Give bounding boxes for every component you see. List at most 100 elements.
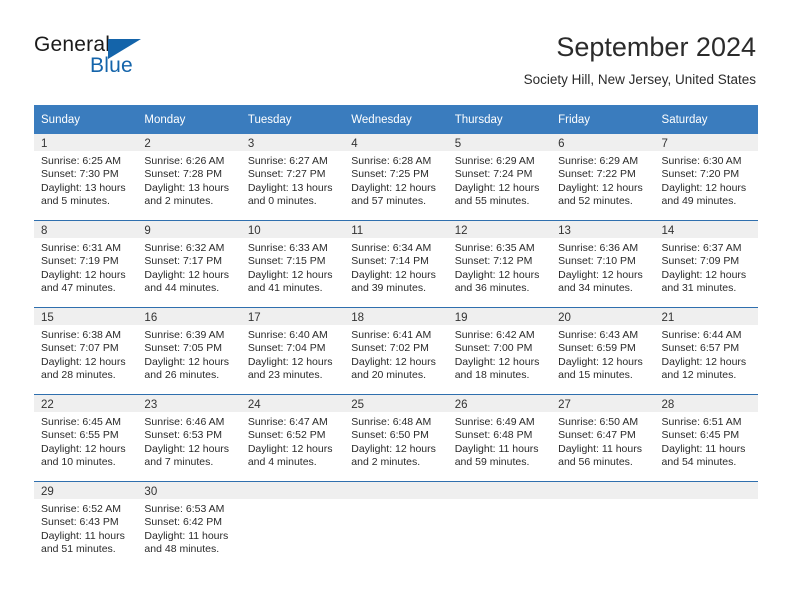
sunset-time: Sunset: 7:19 PM [41, 255, 119, 268]
daylight-duration-line2: and 36 minutes. [454, 282, 530, 295]
calendar-day-cell[interactable]: 21 Sunrise: 6:44 AM Sunset: 6:57 PM Dayligh… [654, 307, 758, 395]
sunset-time: Sunset: 7:17 PM [144, 255, 223, 268]
day-details: Sunrise: 6:30 AM Sunset: 7:20 PM Daylight:… [655, 151, 758, 209]
day-details: Sunrise: 6:33 AM Sunset: 7:15 PM Daylight:… [241, 238, 344, 296]
calendar-day-cell[interactable]: 22 Sunrise: 6:45 AM Sunset: 6:55 PM Dayligh… [34, 394, 138, 482]
calendar-day-cell[interactable]: 1 Sunrise: 6:25 AM Sunset: 7:30 PM Daylight… [34, 134, 138, 221]
calendar-day-cell[interactable]: 28 Sunrise: 6:51 AM Sunset: 6:45 PM Dayligh… [654, 394, 758, 482]
calendar-day-cell[interactable]: 13 Sunrise: 6:36 AM Sunset: 7:10 PM Dayligh… [551, 220, 655, 308]
day-number: 25 [344, 395, 448, 412]
sunrise-time: Sunrise: 6:35 AM [454, 242, 535, 254]
day-number: 12 [447, 221, 552, 238]
sunrise-time: Sunrise: 6:26 AM [144, 155, 225, 167]
calendar-day-cell[interactable]: 4 Sunrise: 6:28 AM Sunset: 7:25 PM Daylight… [344, 134, 448, 221]
calendar-day-cell-empty [344, 481, 448, 568]
calendar-day-cell[interactable]: 30 Sunrise: 6:53 AM Sunset: 6:42 PM Dayligh… [137, 481, 241, 568]
daylight-duration-line1: Daylight: 11 hours [661, 442, 746, 455]
sunset-time: Sunset: 7:05 PM [144, 342, 223, 355]
calendar-day-cell[interactable]: 20 Sunrise: 6:43 AM Sunset: 6:59 PM Dayligh… [551, 307, 655, 395]
calendar-day-cell[interactable]: 6 Sunrise: 6:29 AM Sunset: 7:22 PM Daylight… [551, 134, 655, 221]
sunrise-time: Sunrise: 6:44 AM [661, 329, 742, 341]
weekday-header-monday: Monday [137, 105, 241, 134]
day-cell-inner: 12 Sunrise: 6:35 AM Sunset: 7:12 PM Dayligh… [447, 221, 552, 307]
daylight-duration-line1: Daylight: 12 hours [558, 181, 643, 194]
calendar-day-cell[interactable]: 24 Sunrise: 6:47 AM Sunset: 6:52 PM Dayligh… [240, 394, 345, 482]
calendar-day-cell[interactable]: 2 Sunrise: 6:26 AM Sunset: 7:28 PM Daylight… [137, 134, 241, 221]
daylight-duration-line1: Daylight: 12 hours [144, 268, 230, 281]
calendar-day-cell[interactable]: 11 Sunrise: 6:34 AM Sunset: 7:14 PM Dayligh… [344, 220, 448, 308]
sunset-time: Sunset: 6:42 PM [144, 516, 223, 529]
daylight-duration-line1: Daylight: 12 hours [661, 268, 747, 281]
calendar-day-cell[interactable]: 27 Sunrise: 6:50 AM Sunset: 6:47 PM Dayligh… [551, 394, 655, 482]
day-details [344, 499, 447, 503]
calendar-day-cell[interactable]: 16 Sunrise: 6:39 AM Sunset: 7:05 PM Dayligh… [137, 307, 241, 395]
calendar-day-cell[interactable]: 19 Sunrise: 6:42 AM Sunset: 7:00 PM Dayligh… [447, 307, 552, 395]
day-details: Sunrise: 6:53 AM Sunset: 6:42 PM Daylight:… [137, 499, 240, 557]
sunrise-time: Sunrise: 6:50 AM [558, 416, 639, 428]
daylight-duration-line2: and 31 minutes. [661, 282, 737, 295]
calendar-day-cell[interactable]: 29 Sunrise: 6:52 AM Sunset: 6:43 PM Dayligh… [34, 481, 138, 568]
daylight-duration-line1: Daylight: 12 hours [351, 181, 436, 194]
calendar-day-cell-empty [240, 481, 345, 568]
daylight-duration-line2: and 18 minutes. [454, 369, 530, 382]
day-cell-inner: 16 Sunrise: 6:39 AM Sunset: 7:05 PM Dayligh… [137, 308, 241, 394]
day-number: 6 [551, 134, 655, 151]
sunset-time: Sunset: 7:27 PM [247, 168, 326, 181]
calendar-day-cell-empty [447, 481, 552, 568]
sunset-time: Sunset: 7:12 PM [454, 255, 533, 268]
daylight-duration-line2: and 47 minutes. [41, 282, 116, 295]
day-cell-inner: 25 Sunrise: 6:48 AM Sunset: 6:50 PM Dayligh… [344, 395, 448, 481]
daylight-duration-line1: Daylight: 11 hours [454, 442, 539, 455]
calendar-day-cell[interactable]: 3 Sunrise: 6:27 AM Sunset: 7:27 PM Daylight… [240, 134, 345, 221]
daylight-duration-line2: and 57 minutes. [351, 195, 426, 208]
daylight-duration-line1: Daylight: 12 hours [41, 268, 126, 281]
daylight-duration-line1: Daylight: 12 hours [247, 355, 333, 368]
daylight-duration-line2: and 52 minutes. [558, 195, 633, 208]
daylight-duration-line2: and 56 minutes. [558, 456, 633, 469]
sunset-time: Sunset: 6:47 PM [558, 429, 636, 442]
brand-logo[interactable]: General Blue [34, 33, 214, 81]
day-details: Sunrise: 6:27 AM Sunset: 7:27 PM Daylight:… [241, 151, 344, 209]
page-header: General Blue September 2024 Society Hill… [0, 0, 792, 104]
calendar-day-cell[interactable]: 17 Sunrise: 6:40 AM Sunset: 7:04 PM Dayligh… [240, 307, 345, 395]
calendar-day-cell[interactable]: 15 Sunrise: 6:38 AM Sunset: 7:07 PM Dayligh… [34, 307, 138, 395]
day-details: Sunrise: 6:48 AM Sunset: 6:50 PM Daylight:… [344, 412, 447, 470]
day-cell-inner: 1 Sunrise: 6:25 AM Sunset: 7:30 PM Daylight… [34, 134, 138, 220]
day-details: Sunrise: 6:43 AM Sunset: 6:59 PM Daylight:… [551, 325, 654, 383]
sunset-time: Sunset: 7:09 PM [661, 255, 740, 268]
day-cell-inner: 14 Sunrise: 6:37 AM Sunset: 7:09 PM Dayligh… [654, 221, 758, 307]
sunset-time: Sunset: 7:22 PM [558, 168, 636, 181]
daylight-duration-line2: and 51 minutes. [41, 543, 116, 556]
sunrise-time: Sunrise: 6:46 AM [144, 416, 225, 428]
calendar-day-cell[interactable]: 14 Sunrise: 6:37 AM Sunset: 7:09 PM Dayligh… [654, 220, 758, 308]
sunrise-time: Sunrise: 6:28 AM [351, 155, 432, 167]
day-number: 15 [34, 308, 138, 325]
calendar-day-cell[interactable]: 23 Sunrise: 6:46 AM Sunset: 6:53 PM Dayligh… [137, 394, 241, 482]
calendar-day-cell[interactable]: 10 Sunrise: 6:33 AM Sunset: 7:15 PM Dayligh… [240, 220, 345, 308]
day-number: 4 [344, 134, 448, 151]
calendar-day-cell[interactable]: 9 Sunrise: 6:32 AM Sunset: 7:17 PM Daylight… [137, 220, 241, 308]
calendar-day-cell[interactable]: 8 Sunrise: 6:31 AM Sunset: 7:19 PM Daylight… [34, 220, 138, 308]
daylight-duration-line2: and 20 minutes. [351, 369, 426, 382]
day-details [655, 499, 758, 503]
title-block: September 2024 Society Hill, New Jersey,… [524, 30, 756, 90]
daylight-duration-line2: and 7 minutes. [144, 456, 214, 469]
daylight-duration-line1: Daylight: 12 hours [247, 268, 333, 281]
daylight-duration-line2: and 4 minutes. [247, 456, 317, 469]
calendar-day-cell[interactable]: 26 Sunrise: 6:49 AM Sunset: 6:48 PM Dayligh… [447, 394, 552, 482]
day-details: Sunrise: 6:31 AM Sunset: 7:19 PM Daylight:… [34, 238, 137, 296]
calendar-day-cell[interactable]: 12 Sunrise: 6:35 AM Sunset: 7:12 PM Dayligh… [447, 220, 552, 308]
day-details: Sunrise: 6:50 AM Sunset: 6:47 PM Daylight:… [551, 412, 654, 470]
daylight-duration-line1: Daylight: 12 hours [454, 268, 540, 281]
daylight-duration-line1: Daylight: 12 hours [661, 181, 747, 194]
sunset-time: Sunset: 6:57 PM [661, 342, 740, 355]
day-number [447, 482, 552, 499]
sunset-time: Sunset: 7:24 PM [454, 168, 533, 181]
daylight-duration-line2: and 48 minutes. [144, 543, 220, 556]
calendar-day-cell[interactable]: 25 Sunrise: 6:48 AM Sunset: 6:50 PM Dayligh… [344, 394, 448, 482]
calendar-day-cell[interactable]: 5 Sunrise: 6:29 AM Sunset: 7:24 PM Daylight… [447, 134, 552, 221]
calendar-day-cell[interactable]: 18 Sunrise: 6:41 AM Sunset: 7:02 PM Dayligh… [344, 307, 448, 395]
calendar-day-cell[interactable]: 7 Sunrise: 6:30 AM Sunset: 7:20 PM Daylight… [654, 134, 758, 221]
daylight-duration-line2: and 55 minutes. [454, 195, 530, 208]
day-details: Sunrise: 6:32 AM Sunset: 7:17 PM Daylight:… [137, 238, 240, 296]
